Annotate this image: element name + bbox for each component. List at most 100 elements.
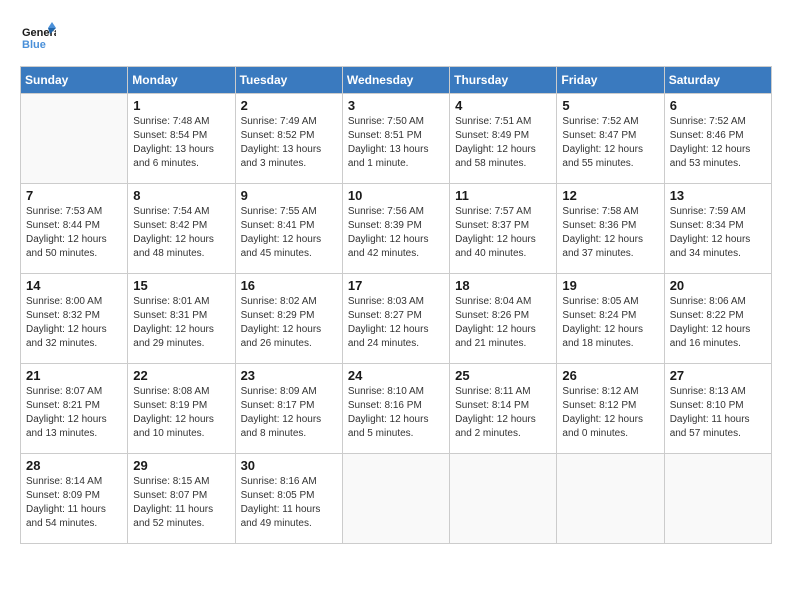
cell-content: Sunrise: 7:56 AMSunset: 8:39 PMDaylight:… (348, 205, 444, 261)
cell-content: Sunrise: 7:52 AMSunset: 8:47 PMDaylight:… (562, 115, 658, 171)
cell-content: Sunrise: 8:13 AMSunset: 8:10 PMDaylight:… (670, 385, 766, 441)
cell-content: Sunrise: 8:16 AMSunset: 8:05 PMDaylight:… (241, 475, 337, 531)
day-number: 26 (562, 368, 658, 383)
calendar-cell: 16 Sunrise: 8:02 AMSunset: 8:29 PMDayligh… (235, 274, 342, 364)
calendar-cell (342, 454, 449, 544)
calendar-cell: 7 Sunrise: 7:53 AMSunset: 8:44 PMDaylight… (21, 184, 128, 274)
day-number: 16 (241, 278, 337, 293)
weekday-header: Monday (128, 67, 235, 94)
weekday-header: Thursday (450, 67, 557, 94)
weekday-header: Sunday (21, 67, 128, 94)
day-number: 1 (133, 98, 229, 113)
header-row: SundayMondayTuesdayWednesdayThursdayFrid… (21, 67, 772, 94)
day-number: 28 (26, 458, 122, 473)
cell-content: Sunrise: 8:14 AMSunset: 8:09 PMDaylight:… (26, 475, 122, 531)
day-number: 4 (455, 98, 551, 113)
day-number: 18 (455, 278, 551, 293)
cell-content: Sunrise: 7:55 AMSunset: 8:41 PMDaylight:… (241, 205, 337, 261)
cell-content: Sunrise: 8:10 AMSunset: 8:16 PMDaylight:… (348, 385, 444, 441)
cell-content: Sunrise: 8:11 AMSunset: 8:14 PMDaylight:… (455, 385, 551, 441)
day-number: 24 (348, 368, 444, 383)
calendar-cell (21, 94, 128, 184)
day-number: 23 (241, 368, 337, 383)
calendar-week-row: 14Sunrise: 8:00 AMSunset: 8:32 PMDayligh… (21, 274, 772, 364)
day-number: 12 (562, 188, 658, 203)
calendar-cell: 12 Sunrise: 7:58 AMSunset: 8:36 PMDayligh… (557, 184, 664, 274)
calendar-cell (664, 454, 771, 544)
calendar-cell: 26 Sunrise: 8:12 AMSunset: 8:12 PMDayligh… (557, 364, 664, 454)
calendar-cell: 24 Sunrise: 8:10 AMSunset: 8:16 PMDayligh… (342, 364, 449, 454)
calendar-cell: 27 Sunrise: 8:13 AMSunset: 8:10 PMDayligh… (664, 364, 771, 454)
calendar-cell: 13Sunrise: 7:59 AMSunset: 8:34 PMDayligh… (664, 184, 771, 274)
calendar-cell: 23 Sunrise: 8:09 AMSunset: 8:17 PMDayligh… (235, 364, 342, 454)
weekday-header: Tuesday (235, 67, 342, 94)
cell-content: Sunrise: 7:54 AMSunset: 8:42 PMDaylight:… (133, 205, 229, 261)
day-number: 6 (670, 98, 766, 113)
calendar-cell: 25 Sunrise: 8:11 AMSunset: 8:14 PMDayligh… (450, 364, 557, 454)
day-number: 22 (133, 368, 229, 383)
day-number: 21 (26, 368, 122, 383)
day-number: 20 (670, 278, 766, 293)
calendar-cell: 22Sunrise: 8:08 AMSunset: 8:19 PMDayligh… (128, 364, 235, 454)
day-number: 9 (241, 188, 337, 203)
day-number: 5 (562, 98, 658, 113)
cell-content: Sunrise: 8:15 AMSunset: 8:07 PMDaylight:… (133, 475, 229, 531)
calendar-cell: 2Sunrise: 7:49 AMSunset: 8:52 PMDaylight… (235, 94, 342, 184)
cell-content: Sunrise: 8:05 AMSunset: 8:24 PMDaylight:… (562, 295, 658, 351)
calendar-cell: 28 Sunrise: 8:14 AMSunset: 8:09 PMDayligh… (21, 454, 128, 544)
calendar-cell: 5 Sunrise: 7:52 AMSunset: 8:47 PMDaylight… (557, 94, 664, 184)
day-number: 7 (26, 188, 122, 203)
cell-content: Sunrise: 8:02 AMSunset: 8:29 PMDaylight:… (241, 295, 337, 351)
cell-content: Sunrise: 8:12 AMSunset: 8:12 PMDaylight:… (562, 385, 658, 441)
day-number: 13 (670, 188, 766, 203)
weekday-header: Friday (557, 67, 664, 94)
calendar-week-row: 7 Sunrise: 7:53 AMSunset: 8:44 PMDaylight… (21, 184, 772, 274)
day-number: 8 (133, 188, 229, 203)
calendar-cell: 20 Sunrise: 8:06 AMSunset: 8:22 PMDayligh… (664, 274, 771, 364)
day-number: 17 (348, 278, 444, 293)
logo: General Blue (20, 20, 58, 56)
calendar-cell: 18 Sunrise: 8:04 AMSunset: 8:26 PMDayligh… (450, 274, 557, 364)
cell-content: Sunrise: 8:07 AMSunset: 8:21 PMDaylight:… (26, 385, 122, 441)
day-number: 30 (241, 458, 337, 473)
cell-content: Sunrise: 8:04 AMSunset: 8:26 PMDaylight:… (455, 295, 551, 351)
cell-content: Sunrise: 7:49 AMSunset: 8:52 PMDaylight:… (241, 115, 337, 171)
day-number: 25 (455, 368, 551, 383)
calendar-cell: 1 Sunrise: 7:48 AMSunset: 8:54 PMDaylight… (128, 94, 235, 184)
calendar-cell (557, 454, 664, 544)
day-number: 11 (455, 188, 551, 203)
cell-content: Sunrise: 8:00 AMSunset: 8:32 PMDaylight:… (26, 295, 122, 351)
svg-text:Blue: Blue (22, 39, 46, 51)
calendar-cell: 8 Sunrise: 7:54 AMSunset: 8:42 PMDaylight… (128, 184, 235, 274)
cell-content: Sunrise: 7:52 AMSunset: 8:46 PMDaylight:… (670, 115, 766, 171)
cell-content: Sunrise: 8:03 AMSunset: 8:27 PMDaylight:… (348, 295, 444, 351)
cell-content: Sunrise: 8:09 AMSunset: 8:17 PMDaylight:… (241, 385, 337, 441)
cell-content: Sunrise: 7:53 AMSunset: 8:44 PMDaylight:… (26, 205, 122, 261)
weekday-header: Wednesday (342, 67, 449, 94)
cell-content: Sunrise: 7:50 AMSunset: 8:51 PMDaylight:… (348, 115, 444, 171)
day-number: 15 (133, 278, 229, 293)
calendar-cell: 3Sunrise: 7:50 AMSunset: 8:51 PMDaylight… (342, 94, 449, 184)
calendar-cell: 14Sunrise: 8:00 AMSunset: 8:32 PMDayligh… (21, 274, 128, 364)
calendar-cell: 9 Sunrise: 7:55 AMSunset: 8:41 PMDaylight… (235, 184, 342, 274)
calendar-cell: 30 Sunrise: 8:16 AMSunset: 8:05 PMDayligh… (235, 454, 342, 544)
cell-content: Sunrise: 7:48 AMSunset: 8:54 PMDaylight:… (133, 115, 229, 171)
calendar-week-row: 1 Sunrise: 7:48 AMSunset: 8:54 PMDaylight… (21, 94, 772, 184)
calendar-cell: 29Sunrise: 8:15 AMSunset: 8:07 PMDayligh… (128, 454, 235, 544)
logo-icon: General Blue (20, 20, 56, 56)
cell-content: Sunrise: 7:51 AMSunset: 8:49 PMDaylight:… (455, 115, 551, 171)
weekday-header: Saturday (664, 67, 771, 94)
cell-content: Sunrise: 8:06 AMSunset: 8:22 PMDaylight:… (670, 295, 766, 351)
calendar-cell: 6 Sunrise: 7:52 AMSunset: 8:46 PMDaylight… (664, 94, 771, 184)
calendar-cell: 17 Sunrise: 8:03 AMSunset: 8:27 PMDayligh… (342, 274, 449, 364)
calendar-cell: 11Sunrise: 7:57 AMSunset: 8:37 PMDayligh… (450, 184, 557, 274)
calendar-cell: 10 Sunrise: 7:56 AMSunset: 8:39 PMDayligh… (342, 184, 449, 274)
calendar-table: SundayMondayTuesdayWednesdayThursdayFrid… (20, 66, 772, 544)
calendar-week-row: 28 Sunrise: 8:14 AMSunset: 8:09 PMDayligh… (21, 454, 772, 544)
day-number: 19 (562, 278, 658, 293)
day-number: 10 (348, 188, 444, 203)
calendar-cell (450, 454, 557, 544)
day-number: 27 (670, 368, 766, 383)
calendar-cell: 21 Sunrise: 8:07 AMSunset: 8:21 PMDayligh… (21, 364, 128, 454)
cell-content: Sunrise: 7:58 AMSunset: 8:36 PMDaylight:… (562, 205, 658, 261)
